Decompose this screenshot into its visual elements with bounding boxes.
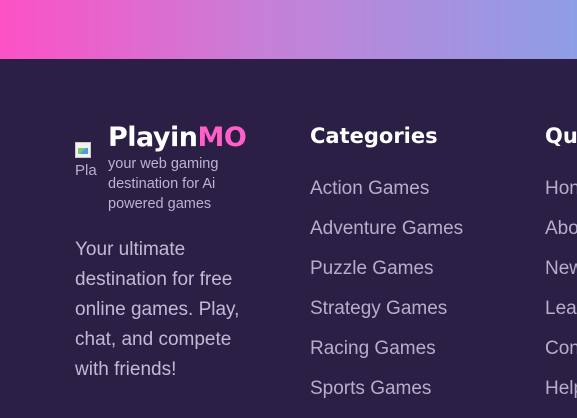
quick-link-help[interactable]: Help	[545, 378, 577, 418]
logo-alt-text: Pla	[75, 162, 97, 179]
quick-link-leaderboard[interactable]: Lea	[545, 298, 577, 338]
category-link-sports[interactable]: Sports Games	[310, 378, 463, 418]
quick-links-heading: Qu	[545, 124, 577, 148]
brand-name[interactable]: PlayinMO	[108, 122, 247, 154]
brand-tagline: your web gaming destination for Ai power…	[108, 156, 219, 212]
category-link-adventure[interactable]: Adventure Games	[310, 218, 463, 258]
site-footer: Pla PlayinMO your web gaming destination…	[0, 59, 577, 416]
brand-name-main: Playin	[108, 122, 198, 153]
quick-link-contact[interactable]: Con	[545, 338, 577, 378]
footer-description: Your ultimate destination for free onlin…	[75, 239, 240, 380]
quick-link-about[interactable]: Abo	[545, 218, 577, 258]
category-link-puzzle[interactable]: Puzzle Games	[310, 258, 463, 298]
categories-heading: Categories	[310, 124, 438, 148]
category-link-strategy[interactable]: Strategy Games	[310, 298, 463, 338]
category-link-racing[interactable]: Racing Games	[310, 338, 463, 378]
top-gradient-banner	[0, 0, 577, 59]
category-link-action[interactable]: Action Games	[310, 178, 463, 218]
broken-image-icon	[75, 142, 91, 158]
quick-links-list: Hon Abo New Lea Con Help	[545, 178, 577, 418]
brand-name-accent: MO	[197, 122, 247, 153]
quick-link-news[interactable]: New	[545, 258, 577, 298]
quick-link-home[interactable]: Hon	[545, 178, 577, 218]
categories-list: Action Games Adventure Games Puzzle Game…	[310, 178, 463, 418]
logo-image-broken: Pla	[75, 142, 99, 186]
